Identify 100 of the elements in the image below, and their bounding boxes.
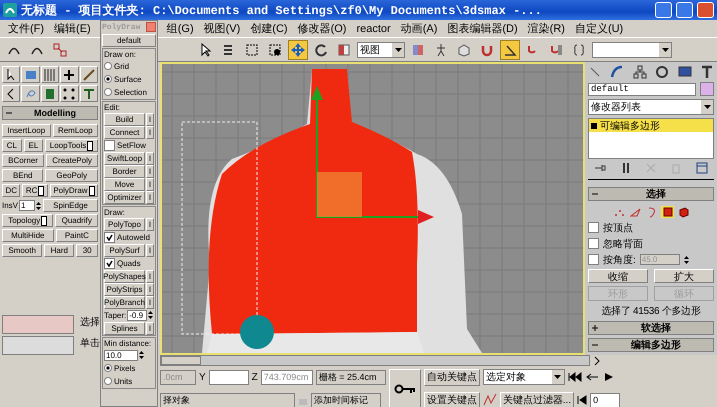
tool-button[interactable]: PaintC <box>56 229 98 242</box>
tool-button[interactable]: Connect <box>104 126 145 138</box>
scale-icon[interactable] <box>337 42 351 56</box>
brush-icon[interactable] <box>82 68 96 82</box>
named-selection-dropdown[interactable] <box>592 42 672 58</box>
tool-button[interactable]: SwiftLoop <box>104 152 145 164</box>
tool-options-button[interactable]: I <box>146 112 154 126</box>
key-filters-button[interactable]: 关键点过滤器... <box>500 392 574 407</box>
checkbox[interactable] <box>104 258 115 268</box>
checkbox[interactable] <box>588 238 599 249</box>
z-coordinate-field[interactable]: 743.709cm <box>260 370 313 384</box>
tool-button[interactable]: LoopTools <box>45 139 98 152</box>
curve-icon[interactable] <box>482 393 497 407</box>
spinner-field[interactable]: 1 <box>19 200 36 211</box>
radio-button[interactable] <box>104 88 112 96</box>
tool-button[interactable]: Splines <box>104 322 145 334</box>
spinner-field[interactable]: -0.9 <box>127 310 148 320</box>
tool-options-button[interactable]: I <box>146 296 154 308</box>
angle-icon[interactable] <box>503 42 517 56</box>
tool-options-button[interactable]: I <box>146 244 154 256</box>
caret-icon[interactable] <box>554 375 562 379</box>
hierarchy-icon[interactable] <box>632 65 647 79</box>
hammer-icon[interactable] <box>700 65 714 79</box>
link-icon[interactable] <box>53 42 67 56</box>
menu-item[interactable]: 视图(V) <box>204 21 240 36</box>
tool-button[interactable]: EL <box>24 139 44 152</box>
add-time-tag-button[interactable]: 添加时间标记 <box>311 392 381 407</box>
configure-icon[interactable] <box>696 162 708 174</box>
tool-button[interactable]: PolyTopo <box>104 218 145 230</box>
time-slider-thumb[interactable] <box>161 356 201 365</box>
tool-button[interactable]: Optimizer <box>104 190 145 204</box>
rotate-icon[interactable] <box>314 42 328 56</box>
tool-options-button[interactable]: I <box>146 164 154 178</box>
wheel-icon[interactable] <box>655 65 670 79</box>
menu-item[interactable]: 创建(C) <box>250 21 288 36</box>
menu-item[interactable]: reactor <box>356 22 391 34</box>
arc-icon[interactable] <box>610 65 624 79</box>
rollout-header[interactable]: 选择 <box>588 187 714 201</box>
time-slider[interactable] <box>160 355 590 366</box>
tool-button[interactable]: RemLoop <box>52 124 98 137</box>
selection-button[interactable]: 收缩 <box>588 269 648 283</box>
window-select-icon[interactable] <box>268 42 282 56</box>
view-dropdown[interactable]: 视图 <box>357 42 405 58</box>
grid-icon[interactable] <box>43 68 58 82</box>
text-icon[interactable] <box>82 86 96 100</box>
tool-button[interactable]: Quadrify <box>55 214 98 227</box>
tool-button[interactable]: CreatePoly <box>46 154 98 167</box>
current-frame-field[interactable]: 0 <box>590 392 620 407</box>
rectangle-select-icon[interactable] <box>245 42 259 56</box>
radio-button[interactable] <box>104 62 112 70</box>
object-color-swatch[interactable] <box>700 82 714 96</box>
tool-options-button[interactable]: I <box>146 178 154 190</box>
tool-button[interactable]: PolyStrips <box>104 282 145 296</box>
radio-button[interactable] <box>104 364 112 372</box>
tool-options-button[interactable]: I <box>146 218 154 230</box>
checkbox[interactable] <box>104 140 115 150</box>
menu-item[interactable]: 动画(A) <box>400 21 438 36</box>
tool-button[interactable]: GeoPoly <box>45 169 98 182</box>
radio-button[interactable] <box>104 75 112 83</box>
tool-button[interactable]: Move <box>104 178 145 190</box>
move-icon[interactable] <box>291 42 305 56</box>
box-icon[interactable] <box>457 42 471 56</box>
edge-mode-icon[interactable] <box>628 206 642 218</box>
checkbox[interactable] <box>588 222 599 233</box>
vertices-icon[interactable] <box>62 86 76 100</box>
caret-icon[interactable] <box>662 48 668 52</box>
radio-button[interactable] <box>104 377 112 385</box>
object-name-field[interactable]: default <box>588 82 696 96</box>
modifier-list-dropdown[interactable]: 修改器列表 <box>588 99 714 115</box>
tool-button[interactable]: MultiHide <box>2 229 54 242</box>
rollout-header[interactable]: 编辑多边形 <box>588 338 714 352</box>
tool-options-button[interactable]: I <box>146 126 154 138</box>
menu-item[interactable]: 图表编辑器(D) <box>447 21 518 36</box>
rollout-header[interactable]: Modelling <box>2 106 98 120</box>
tool-button[interactable]: RC <box>22 184 48 197</box>
plus-icon[interactable] <box>62 68 76 82</box>
checkbox[interactable] <box>104 232 115 242</box>
minimize-button[interactable] <box>655 2 672 18</box>
monitor-icon[interactable] <box>678 65 692 79</box>
spinner-magnet-icon[interactable] <box>549 42 563 56</box>
script-output-field[interactable] <box>2 336 74 355</box>
tool-button[interactable]: Border <box>104 164 145 178</box>
caret-icon[interactable] <box>394 48 402 52</box>
maximize-button[interactable] <box>676 2 693 18</box>
tool-button[interactable]: SpinEdge <box>43 199 98 212</box>
tool-button[interactable]: Smooth <box>2 244 42 257</box>
menu-item[interactable]: 编辑(E) <box>54 21 91 36</box>
polygon-mode-icon[interactable] <box>660 206 674 218</box>
tool-button[interactable]: CL <box>2 139 22 152</box>
tool-button[interactable]: PolyShapes <box>104 270 145 282</box>
tool-options-button[interactable]: I <box>146 282 154 296</box>
auto-key-button[interactable]: 自动关键点 <box>424 368 480 386</box>
tool-options-button[interactable]: I <box>146 190 154 204</box>
tool-options-button[interactable]: I <box>146 322 154 334</box>
tool-button[interactable]: DC <box>2 184 20 197</box>
tool-button[interactable]: BEnd <box>2 169 44 182</box>
key-mode-icon[interactable] <box>577 395 588 405</box>
tool-button[interactable]: Hard <box>44 244 74 257</box>
spinner-arrows-icon[interactable] <box>139 350 144 360</box>
tool-options-button[interactable]: I <box>146 270 154 282</box>
